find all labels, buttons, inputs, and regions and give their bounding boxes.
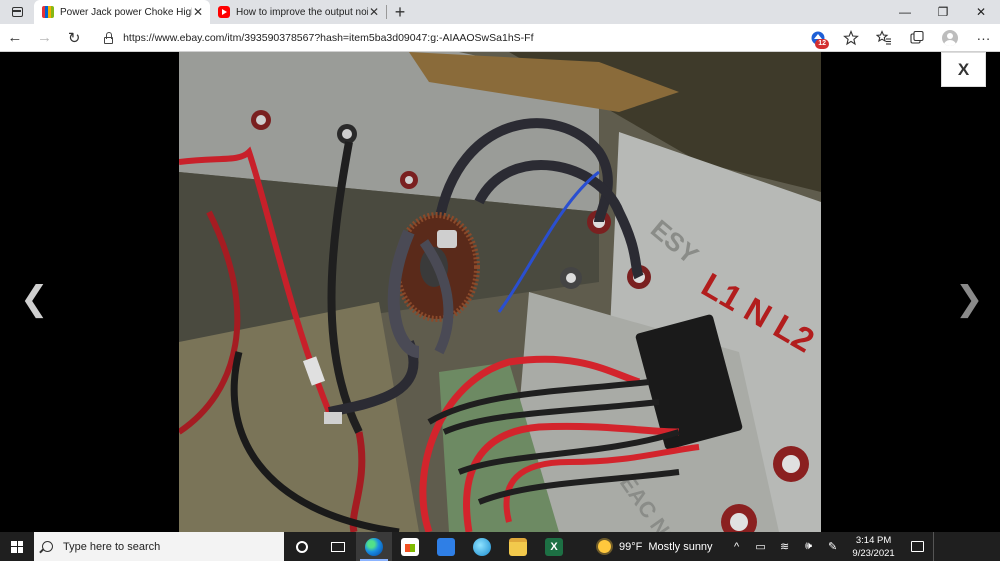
favorites-icon[interactable] <box>868 24 901 52</box>
store-icon <box>401 537 419 556</box>
tab-youtube[interactable]: How to improve the output nois ✕ <box>210 0 386 24</box>
taskbar-app-browser[interactable] <box>464 532 500 561</box>
edge-icon <box>365 537 383 556</box>
wifi-icon[interactable]: ≋ <box>773 532 797 561</box>
pen-icon[interactable]: ✎ <box>821 532 845 561</box>
tracking-prevention-icon[interactable]: 12 <box>802 24 835 52</box>
back-button[interactable]: ← <box>0 24 30 52</box>
profile-button[interactable] <box>934 24 967 52</box>
start-button[interactable] <box>0 532 34 561</box>
youtube-favicon-icon <box>218 6 230 18</box>
tab-strip: Power Jack power Choke High C ✕ How to i… <box>0 0 1000 24</box>
tab-title: Power Jack power Choke High C <box>60 6 192 18</box>
browser-toolbar: ← → ↻ https://www.ebay.com/itm/393590378… <box>0 24 1000 52</box>
cortana-button[interactable] <box>284 532 320 561</box>
lock-icon[interactable] <box>103 31 115 44</box>
notifications-button[interactable] <box>903 532 933 561</box>
ebay-favicon-icon <box>42 6 54 18</box>
volume-icon[interactable]: 🕪 <box>797 532 821 561</box>
tab-actions-menu-button[interactable] <box>0 0 34 24</box>
tracking-badge: 12 <box>815 38 829 49</box>
product-photo: L1 N L2 ESY EAC N2 <box>179 52 821 532</box>
close-viewer-button[interactable]: X <box>941 52 986 87</box>
task-view-icon <box>331 541 345 552</box>
tab-ebay[interactable]: Power Jack power Choke High C ✕ <box>34 0 210 24</box>
taskbar-app-explorer[interactable] <box>500 532 536 561</box>
url-text[interactable]: https://www.ebay.com/itm/393590378567?ha… <box>123 32 533 44</box>
tab-title: How to improve the output nois <box>236 6 368 18</box>
tab-actions-icon <box>11 7 23 17</box>
tab-close-icon[interactable]: ✕ <box>368 5 380 19</box>
sun-icon <box>598 540 611 553</box>
taskbar-app-excel[interactable]: X <box>536 532 572 561</box>
weather-temp: 99°F <box>619 540 643 553</box>
collections-icon[interactable] <box>901 24 934 52</box>
toolbar-right: 12 ··· <box>802 24 1000 52</box>
windows-taskbar: Type here to search X 99°F Mostly sunny … <box>0 532 1000 561</box>
show-desktop-button[interactable] <box>932 532 938 561</box>
profile-icon <box>942 29 959 46</box>
windows-logo-icon <box>11 540 23 553</box>
mail-icon <box>437 537 455 556</box>
previous-image-arrow-icon[interactable]: ❮ <box>20 282 49 316</box>
weather-widget[interactable]: 99°F Mostly sunny <box>598 540 713 553</box>
window-controls: — ❐ ✕ <box>886 0 1000 24</box>
tab-close-icon[interactable]: ✕ <box>192 5 204 19</box>
battery-icon[interactable]: ▭ <box>749 532 773 561</box>
clock-time: 3:14 PM <box>855 534 892 546</box>
clock-date: 9/23/2021 <box>852 547 895 559</box>
notification-icon <box>911 541 925 552</box>
file-explorer-icon <box>509 537 527 556</box>
refresh-button[interactable]: ↻ <box>59 24 89 52</box>
add-favorite-icon[interactable] <box>835 24 868 52</box>
system-tray: ^ ▭ ≋ 🕪 ✎ <box>725 532 845 561</box>
image-viewer: ❮ L1 N L2 ESY EAC N2 ❯ X <box>0 52 1000 532</box>
search-placeholder: Type here to search <box>63 540 161 553</box>
chevron-up-icon[interactable]: ^ <box>725 532 749 561</box>
taskbar-app-store[interactable] <box>392 532 428 561</box>
close-window-button[interactable]: ✕ <box>962 0 1000 24</box>
address-bar[interactable]: https://www.ebay.com/itm/393590378567?ha… <box>103 27 784 49</box>
more-icon[interactable]: ··· <box>967 24 1000 52</box>
task-view-button[interactable] <box>320 532 356 561</box>
new-tab-button[interactable]: + <box>387 0 413 24</box>
choke-photo-illustration: L1 N L2 ESY EAC N2 <box>179 52 821 532</box>
next-image-arrow-icon[interactable]: ❯ <box>955 282 984 316</box>
taskbar-clock[interactable]: 3:14 PM 9/23/2021 <box>845 534 903 560</box>
maximize-button[interactable]: ❐ <box>924 0 962 24</box>
taskbar-app-mail[interactable] <box>428 532 464 561</box>
browser-icon <box>473 537 491 556</box>
excel-icon: X <box>545 537 563 556</box>
taskbar-search[interactable]: Type here to search <box>34 532 284 561</box>
cortana-icon <box>296 540 308 553</box>
forward-button[interactable]: → <box>30 24 60 52</box>
weather-desc: Mostly sunny <box>648 540 713 553</box>
minimize-button[interactable]: — <box>886 0 924 24</box>
search-icon <box>42 541 53 552</box>
taskbar-app-edge[interactable] <box>356 532 392 561</box>
